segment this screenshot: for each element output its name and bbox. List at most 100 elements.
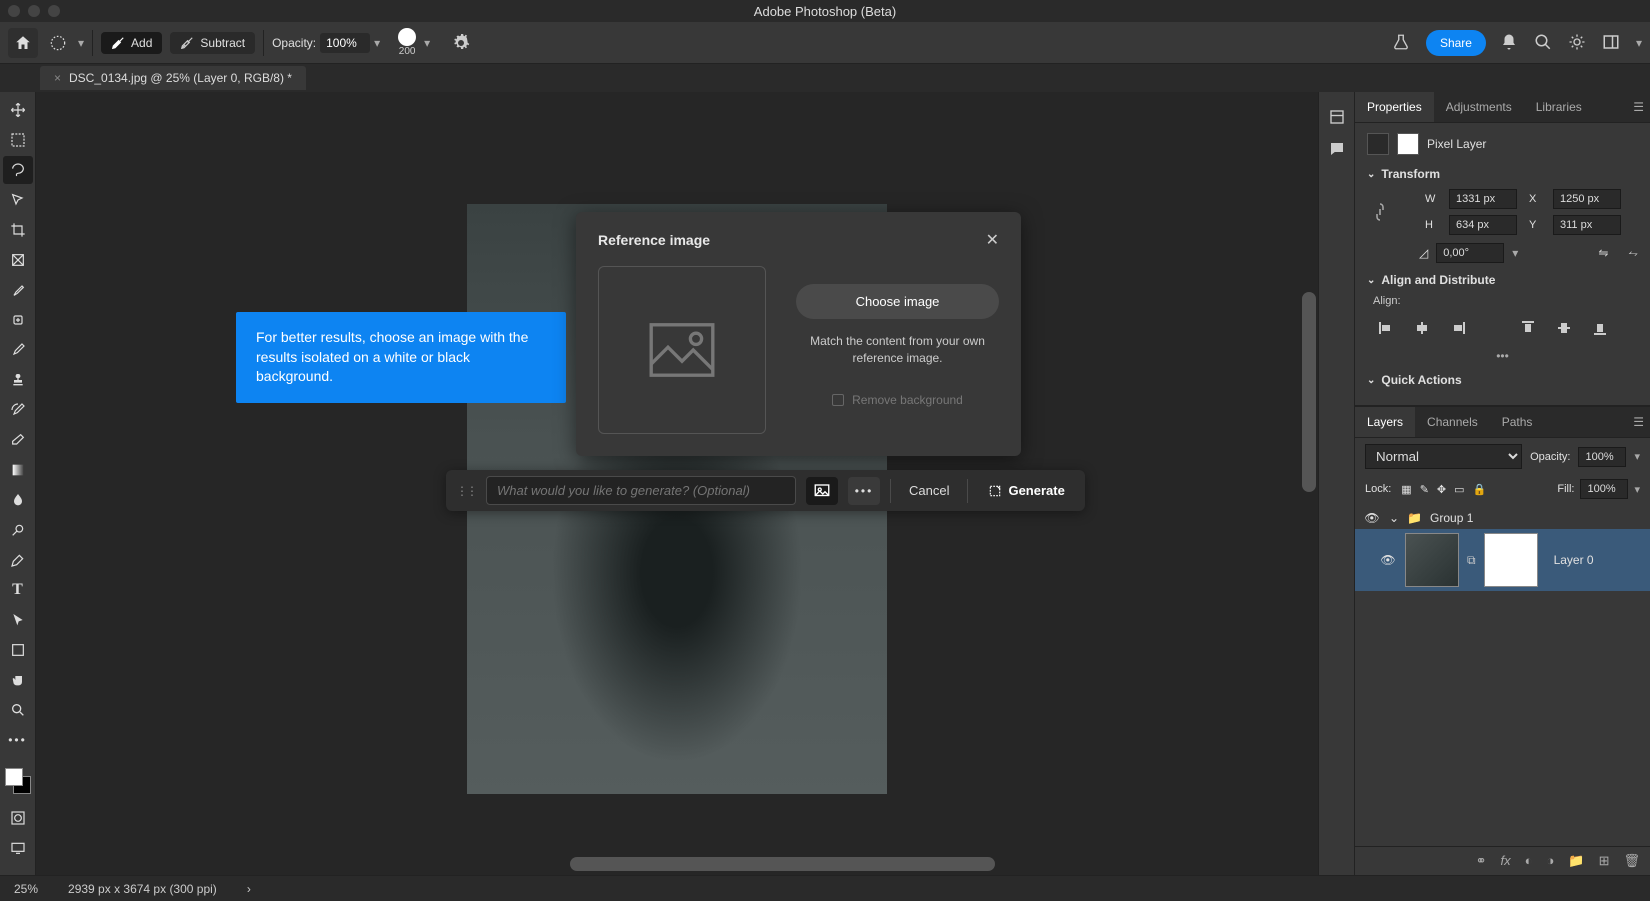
close-icon[interactable]: ✕ [986,230,999,250]
new-layer-icon[interactable]: ⊞ [1599,853,1610,869]
close-tab-icon[interactable]: × [54,71,61,85]
crop-tool[interactable] [3,216,33,244]
more-options-button[interactable]: ••• [848,477,880,505]
heal-tool[interactable] [3,306,33,334]
comments-icon[interactable] [1328,140,1346,158]
layer-fx-icon[interactable]: fx [1501,853,1511,869]
chevron-down-icon[interactable]: ▾ [424,36,430,50]
lock-all-icon[interactable]: 🔒 [1473,483,1487,496]
new-adjustment-icon[interactable]: ◑ [1547,853,1555,869]
lock-position-icon[interactable]: ✥ [1437,483,1446,496]
type-tool[interactable]: T [3,576,33,604]
hand-tool[interactable] [3,666,33,694]
align-section-header[interactable]: ⌄ Align and Distribute [1367,273,1638,287]
screen-mode-toggle[interactable] [3,834,33,862]
mask-thumbnail[interactable] [1484,533,1538,587]
more-tools[interactable]: ••• [3,726,33,754]
chevron-down-icon[interactable]: ▾ [1636,36,1642,50]
path-select-tool[interactable] [3,606,33,634]
flip-vertical-icon[interactable]: ⥊ [1628,246,1638,261]
layer-row[interactable]: 👁 ⧉ Layer 0 [1355,529,1650,591]
y-input[interactable] [1553,215,1621,235]
gradient-tool[interactable] [3,456,33,484]
layer-group-row[interactable]: 👁 ⌄ 📁 Group 1 [1355,507,1650,529]
panel-menu-icon[interactable]: ☰ [1633,415,1644,429]
lock-paint-icon[interactable]: ✎ [1420,483,1429,496]
new-group-icon[interactable]: 📁 [1568,853,1584,869]
zoom-tool[interactable] [3,696,33,724]
visibility-icon[interactable]: 👁 [1363,511,1381,525]
layer-thumbnail[interactable] [1405,533,1459,587]
brush-size-indicator[interactable]: 200 [398,28,416,57]
transform-section-header[interactable]: ⌄ Transform [1367,167,1638,181]
subtract-mode-button[interactable]: Subtract [170,32,255,54]
align-hcenter-icon[interactable] [1411,317,1433,339]
channels-tab[interactable]: Channels [1415,407,1490,437]
width-input[interactable] [1449,189,1517,209]
blur-tool[interactable] [3,486,33,514]
workspace-switcher[interactable] [1602,33,1622,53]
align-bottom-icon[interactable] [1589,317,1611,339]
history-brush-tool[interactable] [3,396,33,424]
gear-icon[interactable] [452,34,470,52]
angle-input[interactable] [1436,243,1504,263]
lock-artboard-icon[interactable]: ▭ [1454,483,1464,496]
chevron-right-icon[interactable]: › [247,882,251,896]
eyedropper-tool[interactable] [3,276,33,304]
x-input[interactable] [1553,189,1621,209]
chevron-down-icon[interactable]: ▾ [1634,483,1640,496]
chevron-down-icon[interactable]: ▾ [1512,246,1518,260]
properties-tab[interactable]: Properties [1355,92,1434,122]
libraries-tab[interactable]: Libraries [1524,92,1594,122]
document-tab[interactable]: × DSC_0134.jpg @ 25% (Layer 0, RGB/8) * [40,66,306,90]
chevron-down-icon[interactable]: ▾ [1634,450,1640,463]
marquee-tool[interactable] [3,126,33,154]
minimize-window[interactable] [28,5,40,17]
panel-menu-icon[interactable]: ☰ [1633,100,1644,114]
layer-opacity-input[interactable] [1578,447,1626,467]
share-button[interactable]: Share [1426,30,1486,56]
brush-tool[interactable] [3,336,33,364]
chevron-down-icon[interactable]: ▾ [78,36,84,50]
tool-preset-picker[interactable] [46,31,70,55]
align-right-icon[interactable] [1447,317,1469,339]
reference-image-toggle[interactable] [806,477,838,505]
link-icon[interactable]: ⧉ [1467,553,1476,568]
zoom-level[interactable]: 25% [14,882,38,896]
chevron-down-icon[interactable]: ▾ [374,36,380,50]
frame-tool[interactable] [3,246,33,274]
add-mask-icon[interactable]: ◐ [1525,853,1533,869]
close-window[interactable] [8,5,20,17]
cancel-button[interactable]: Cancel [901,479,957,502]
shape-tool[interactable] [3,636,33,664]
reference-dropzone[interactable] [598,266,766,434]
flip-horizontal-icon[interactable]: ⇋ [1598,246,1608,260]
remove-background-checkbox[interactable]: Remove background [832,393,963,407]
blend-mode-select[interactable]: Normal [1365,444,1522,469]
link-dimensions-icon[interactable] [1373,200,1387,224]
generate-button[interactable]: Generate [978,479,1074,502]
eraser-tool[interactable] [3,426,33,454]
align-vcenter-icon[interactable] [1553,317,1575,339]
generate-prompt-input[interactable] [486,476,796,505]
canvas-area[interactable]: For better results, choose an image with… [36,92,1318,875]
height-input[interactable] [1449,215,1517,235]
beaker-icon[interactable] [1392,33,1412,53]
search-icon[interactable] [1534,33,1554,53]
maximize-window[interactable] [48,5,60,17]
align-left-icon[interactable] [1375,317,1397,339]
lasso-tool[interactable] [3,156,33,184]
quick-mask-toggle[interactable] [3,804,33,832]
quick-actions-header[interactable]: ⌄ Quick Actions [1367,373,1638,387]
lock-pixels-icon[interactable]: ▦ [1401,483,1411,496]
chevron-down-icon[interactable]: ⌄ [1389,511,1399,525]
layers-tab[interactable]: Layers [1355,407,1415,437]
align-top-icon[interactable] [1517,317,1539,339]
link-layers-icon[interactable]: ⚭ [1476,853,1487,869]
idea-icon[interactable] [1568,33,1588,53]
opacity-input[interactable] [320,33,370,53]
home-button[interactable] [8,28,38,58]
more-options-icon[interactable]: ••• [1367,349,1638,363]
fill-input[interactable] [1580,479,1628,499]
horizontal-scrollbar[interactable] [570,857,995,871]
